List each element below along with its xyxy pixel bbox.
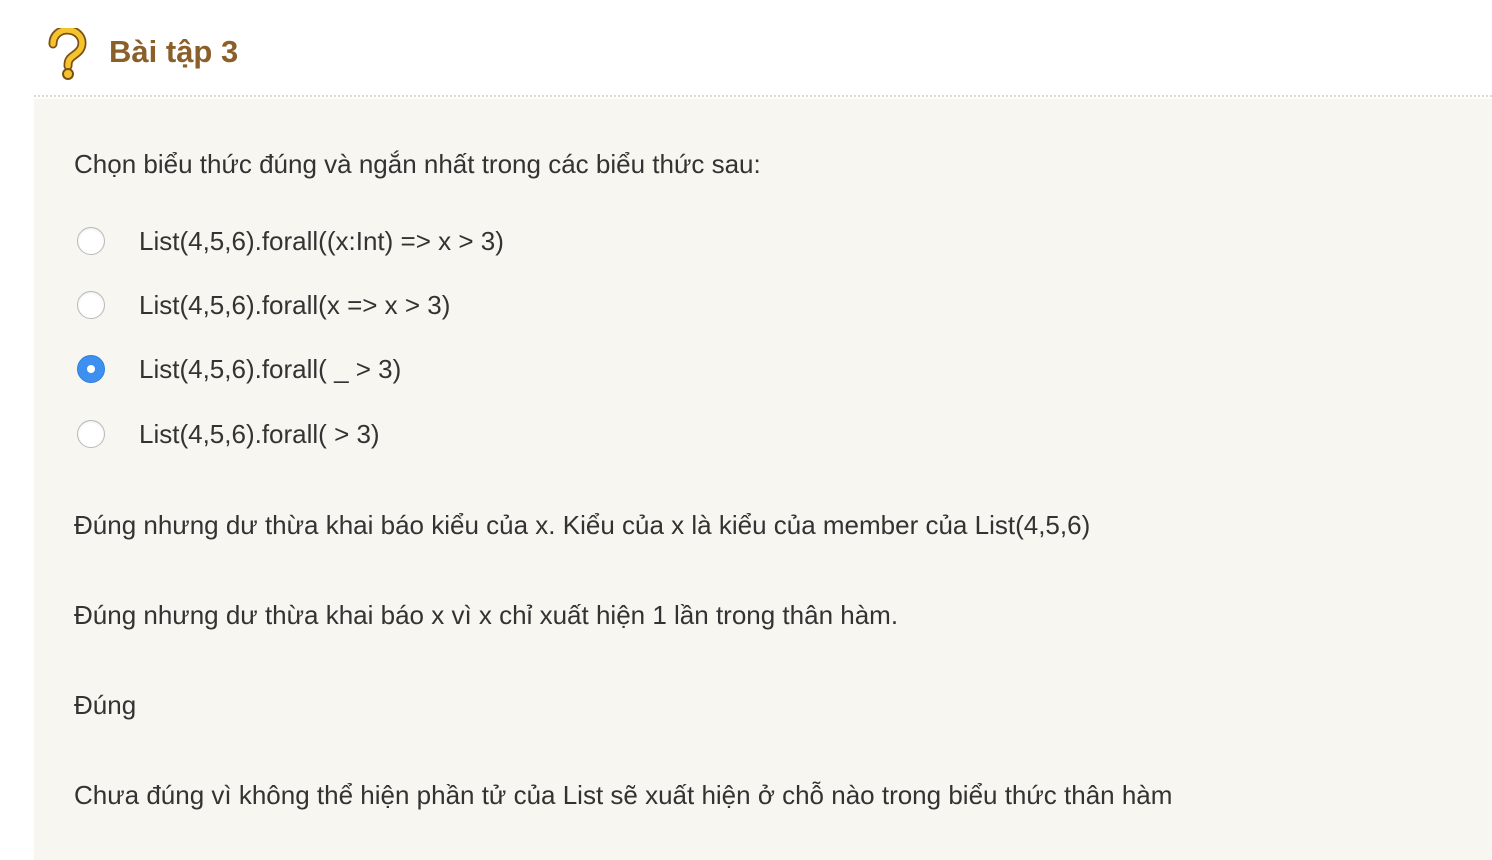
feedback-text-4: Chưa đúng vì không thể hiện phần tử của … — [74, 780, 1173, 810]
feedback-text-3: Đúng — [74, 690, 137, 720]
answer-option-2[interactable]: List(4,5,6).forall(x => x > 3) — [74, 285, 974, 325]
exercise-title: Bài tập 3 — [109, 34, 239, 69]
feedback-text-2: Đúng nhưng dư thừa khai báo x vì x chỉ x… — [74, 600, 899, 630]
exercise-header: Bài tập 3 — [34, 0, 1492, 97]
radio-button[interactable] — [77, 291, 105, 319]
radio-button-selected[interactable] — [77, 355, 105, 383]
radio-button[interactable] — [77, 227, 105, 255]
question-panel: Chọn biểu thức đúng và ngắn nhất trong c… — [34, 99, 1492, 860]
question-mark-icon — [44, 25, 88, 80]
answer-option-1[interactable]: List(4,5,6).forall((x:Int) => x > 3) — [74, 221, 974, 261]
radio-button[interactable] — [77, 420, 105, 448]
answer-option-label: List(4,5,6).forall( > 3) — [139, 419, 380, 449]
answer-option-label: List(4,5,6).forall(x => x > 3) — [139, 290, 451, 320]
answer-option-label: List(4,5,6).forall((x:Int) => x > 3) — [139, 226, 504, 256]
answer-option-4[interactable]: List(4,5,6).forall( > 3) — [74, 414, 974, 454]
answer-option-label: List(4,5,6).forall( _ > 3) — [139, 354, 402, 384]
question-prompt: Chọn biểu thức đúng và ngắn nhất trong c… — [74, 149, 761, 179]
exercise-page: Bài tập 3 Chọn biểu thức đúng và ngắn nh… — [0, 0, 1492, 860]
answer-option-3[interactable]: List(4,5,6).forall( _ > 3) — [74, 349, 974, 389]
feedback-text-1: Đúng nhưng dư thừa khai báo kiểu của x. … — [74, 510, 1091, 540]
